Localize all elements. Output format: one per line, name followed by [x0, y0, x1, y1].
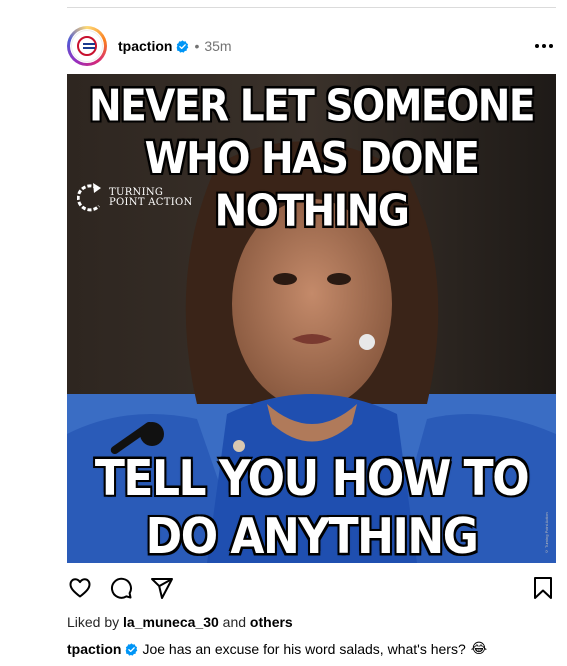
more-options-button[interactable]	[532, 34, 556, 58]
caption-text: Joe has an excuse for his word salads, w…	[142, 641, 466, 657]
post-caption: tpaction Joe has an excuse for his word …	[67, 641, 487, 657]
likes-summary: Liked by la_muneca_30 and others	[67, 614, 293, 630]
likes-prefix: Liked by	[67, 614, 124, 630]
verified-badge-icon	[126, 642, 138, 656]
meme-bottom-text: TELL YOU HOW TO DO ANYTHING	[94, 450, 530, 563]
liked-by-user-link[interactable]: la_muneca_30	[123, 614, 219, 630]
top-divider	[67, 7, 556, 8]
separator-dot: •	[194, 38, 200, 54]
laughing-emoji-icon: 😂	[470, 641, 488, 657]
post-actions	[67, 574, 556, 602]
post-image[interactable]: NEVER LET SOMEONE WHO HAS DONE NOTHING T…	[67, 74, 556, 563]
avatar[interactable]	[67, 26, 107, 66]
turning-arrow-icon	[77, 183, 101, 212]
avatar-logo	[71, 30, 103, 62]
caption-username[interactable]: tpaction	[67, 641, 121, 657]
bookmark-icon	[534, 577, 552, 599]
post-username[interactable]: tpaction	[118, 38, 172, 54]
comment-icon	[110, 577, 132, 599]
post-header: tpaction • 35m	[67, 25, 556, 67]
like-button[interactable]	[67, 575, 93, 601]
post-time[interactable]: 35m	[204, 38, 231, 54]
heart-icon	[69, 578, 91, 598]
more-horizontal-icon	[535, 44, 553, 48]
save-button[interactable]	[530, 575, 556, 601]
send-icon	[151, 578, 173, 599]
brand-line-2: POINT ACTION	[109, 197, 193, 208]
turning-point-logo-icon	[77, 36, 97, 56]
share-button[interactable]	[149, 575, 175, 601]
likes-others-link[interactable]: others	[250, 614, 293, 630]
comment-button[interactable]	[108, 575, 134, 601]
likes-middle: and	[218, 614, 250, 630]
brand-watermark: TURNING POINT ACTION	[77, 180, 193, 216]
verified-badge-icon	[177, 39, 189, 53]
